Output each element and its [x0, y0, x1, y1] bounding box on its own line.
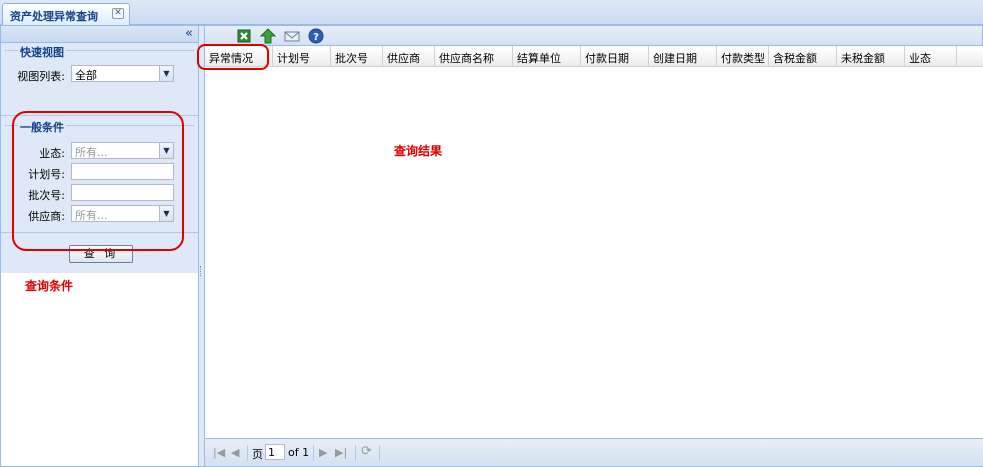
grid-header: 异常情况 计划号 批次号 供应商 供应商名称 结算单位 付款日期 创建日期 付款…	[205, 46, 983, 67]
column-header-supplier-name[interactable]: 供应商名称	[435, 46, 513, 67]
conditions-highlight-box	[12, 111, 184, 251]
tab-title: 资产处理异常查询	[10, 10, 98, 23]
next-page-icon[interactable]: ▶	[319, 446, 327, 459]
excel-export-icon[interactable]	[236, 28, 252, 44]
upload-arrow-icon[interactable]	[260, 28, 276, 44]
last-page-icon[interactable]: ▶|	[335, 446, 347, 459]
column-header-plan-no[interactable]: 计划号	[273, 46, 331, 67]
quick-view-section: 快速视图 视图列表: 全部 ▼	[1, 43, 198, 116]
svg-text:?: ?	[313, 32, 319, 43]
query-conditions-annotation: 查询条件	[25, 279, 74, 293]
help-icon[interactable]: ?	[308, 28, 324, 44]
column-header-amount-tax-incl[interactable]: 含税金额	[769, 46, 837, 67]
page-count: of 1	[288, 446, 310, 459]
column-header-supplier[interactable]: 供应商	[383, 46, 435, 67]
query-panel: « 快速视图 视图列表: 全部 ▼ 一般条件 业态: 所有... ▼ 计划号: …	[1, 26, 199, 466]
column-header-payment-date[interactable]: 付款日期	[581, 46, 649, 67]
column-header-settlement-unit[interactable]: 结算单位	[513, 46, 581, 67]
splitter-grip-icon[interactable]	[200, 266, 202, 276]
page-label: 页	[252, 448, 263, 461]
column-header-created-date[interactable]: 创建日期	[649, 46, 717, 67]
prev-page-icon[interactable]: ◀	[231, 446, 239, 459]
grid-body: 查询结果	[205, 67, 983, 438]
view-list-select[interactable]: 全部 ▼	[71, 65, 174, 82]
mail-icon[interactable]	[284, 28, 300, 44]
refresh-icon[interactable]: ⟳	[361, 444, 372, 459]
query-results-annotation: 查询结果	[394, 144, 443, 158]
page-number-input[interactable]: 1	[265, 444, 285, 460]
tab-asset-exception-query[interactable]: 资产处理异常查询 ✕	[2, 3, 130, 25]
results-toolbar: ?	[205, 26, 982, 46]
results-panel: ? 异常情况 计划号 批次号 供应商 供应商名称 结算单位 付款日期 创建日期 …	[197, 26, 983, 466]
first-page-icon[interactable]: |◀	[213, 446, 225, 459]
view-list-label: 视图列表:	[17, 70, 65, 83]
quick-view-legend: 快速视图	[18, 44, 66, 60]
chevron-down-icon[interactable]: ▼	[159, 66, 173, 81]
collapse-icon[interactable]: «	[185, 26, 193, 41]
main-frame: « 快速视图 视图列表: 全部 ▼ 一般条件 业态: 所有... ▼ 计划号: …	[0, 25, 983, 467]
exception-column-highlight-box	[197, 44, 269, 70]
tab-strip: 资产处理异常查询 ✕	[0, 0, 983, 25]
column-header-business-type[interactable]: 业态	[905, 46, 957, 67]
column-header-payment-type[interactable]: 付款类型	[717, 46, 769, 67]
column-header-batch-no[interactable]: 批次号	[331, 46, 383, 67]
paging-toolbar: |◀ ◀ 页 1 of 1 ▶ ▶| ⟳	[205, 438, 983, 466]
column-header-amount-tax-excl[interactable]: 未税金额	[837, 46, 905, 67]
query-panel-header: «	[1, 26, 198, 43]
close-icon[interactable]: ✕	[112, 8, 124, 19]
